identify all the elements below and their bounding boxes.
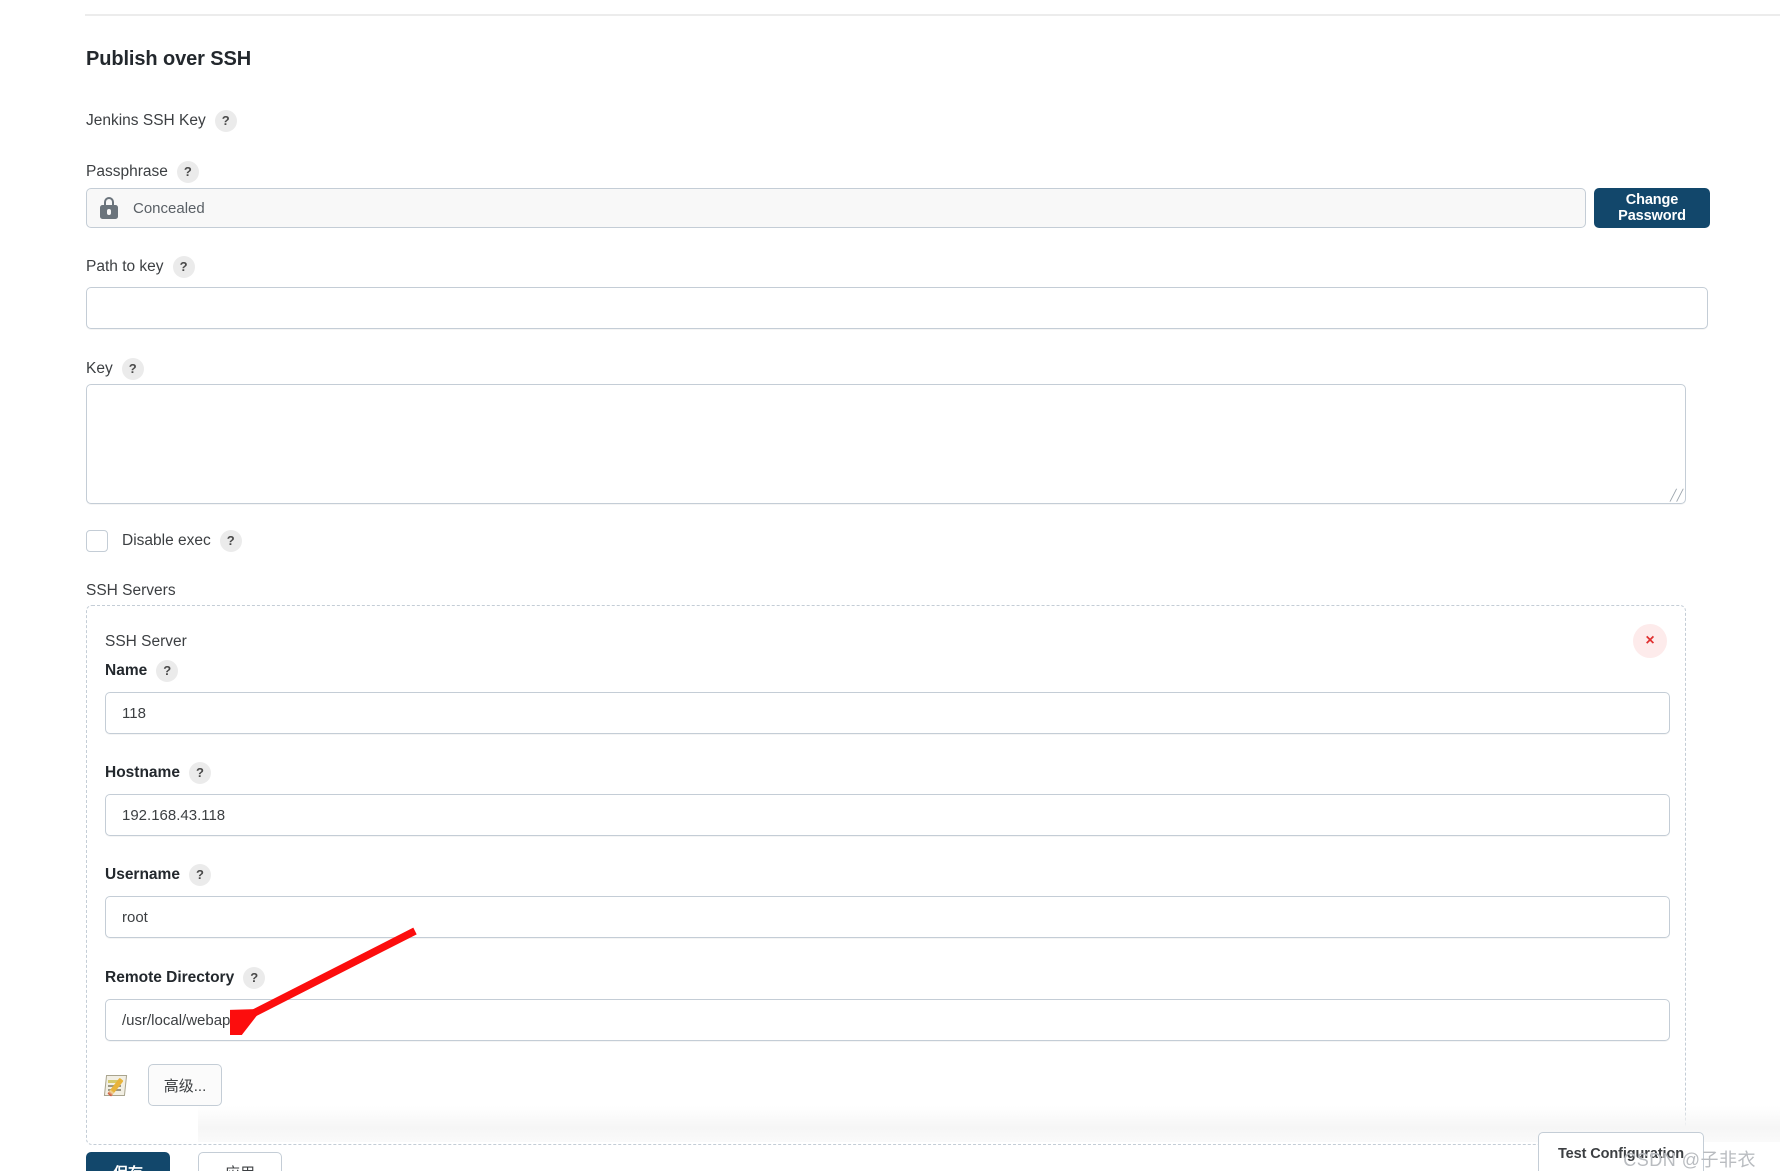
help-icon[interactable]: ? bbox=[214, 110, 237, 132]
advanced-row: 高级... bbox=[103, 1064, 222, 1106]
lock-icon bbox=[99, 197, 119, 219]
passphrase-value: Concealed bbox=[133, 199, 205, 217]
jenkins-ssh-key-label-row: Jenkins SSH Key ? bbox=[86, 110, 237, 132]
resize-handle-icon[interactable]: ╱╱ bbox=[1670, 490, 1683, 502]
ssh-servers-section-label: SSH Servers bbox=[86, 582, 176, 599]
passphrase-label-row: Passphrase ? bbox=[86, 161, 199, 183]
advanced-button[interactable]: 高级... bbox=[148, 1064, 222, 1106]
hostname-label: Hostname bbox=[105, 764, 180, 781]
help-icon[interactable]: ? bbox=[176, 161, 199, 183]
username-label: Username bbox=[105, 866, 180, 883]
name-label: Name bbox=[105, 662, 148, 679]
passphrase-label: Passphrase bbox=[86, 163, 168, 180]
help-icon[interactable]: ? bbox=[172, 256, 195, 278]
jenkins-ssh-key-label: Jenkins SSH Key bbox=[86, 112, 206, 129]
ssh-server-remote-directory-input[interactable]: /usr/local/webapp bbox=[105, 999, 1670, 1041]
key-label: Key bbox=[86, 360, 113, 377]
help-icon[interactable]: ? bbox=[188, 762, 211, 784]
key-label-row: Key ? bbox=[86, 358, 144, 380]
path-to-key-label-row: Path to key ? bbox=[86, 256, 195, 278]
username-label-row: Username ? bbox=[105, 864, 211, 886]
hostname-label-row: Hostname ? bbox=[105, 762, 211, 784]
passphrase-field[interactable]: Concealed bbox=[86, 188, 1586, 228]
ssh-server-name-input[interactable]: 118 bbox=[105, 692, 1670, 734]
help-icon[interactable]: ? bbox=[219, 530, 242, 552]
help-icon[interactable]: ? bbox=[156, 660, 179, 682]
form-footer-buttons: 保存 应用 bbox=[86, 1152, 282, 1171]
notepad-pencil-icon bbox=[103, 1073, 131, 1097]
remove-ssh-server-button[interactable]: × bbox=[1633, 624, 1667, 658]
disable-exec-label-row: Disable exec ? bbox=[122, 530, 242, 552]
path-to-key-input[interactable] bbox=[86, 287, 1708, 329]
ssh-server-title: SSH Server bbox=[105, 633, 187, 650]
ssh-server-username-input[interactable]: root bbox=[105, 896, 1670, 938]
path-to-key-label: Path to key bbox=[86, 258, 164, 275]
disable-exec-label: Disable exec bbox=[122, 532, 211, 549]
page-title: Publish over SSH bbox=[86, 48, 252, 70]
help-icon[interactable]: ? bbox=[188, 864, 211, 886]
publish-over-ssh-config-page: Publish over SSH Jenkins SSH Key ? Passp… bbox=[0, 0, 1780, 1171]
csdn-watermark: CSDN @子非衣 bbox=[1623, 1150, 1756, 1170]
change-password-button[interactable]: Change Password bbox=[1594, 188, 1710, 228]
remote-directory-label: Remote Directory bbox=[105, 969, 235, 986]
ssh-server-panel: × SSH Server Name ? 118 Hostname ? 192.1… bbox=[86, 605, 1686, 1145]
top-divider bbox=[85, 14, 1780, 16]
name-label-row: Name ? bbox=[105, 660, 179, 682]
help-icon[interactable]: ? bbox=[243, 967, 266, 989]
apply-button[interactable]: 应用 bbox=[198, 1152, 282, 1171]
disable-exec-row: Disable exec ? bbox=[86, 530, 242, 552]
disable-exec-checkbox[interactable] bbox=[86, 530, 108, 552]
save-button[interactable]: 保存 bbox=[86, 1152, 170, 1171]
help-icon[interactable]: ? bbox=[121, 358, 144, 380]
remote-directory-label-row: Remote Directory ? bbox=[105, 967, 266, 989]
ssh-server-hostname-input[interactable]: 192.168.43.118 bbox=[105, 794, 1670, 836]
key-textarea[interactable]: ╱╱ bbox=[86, 384, 1686, 504]
